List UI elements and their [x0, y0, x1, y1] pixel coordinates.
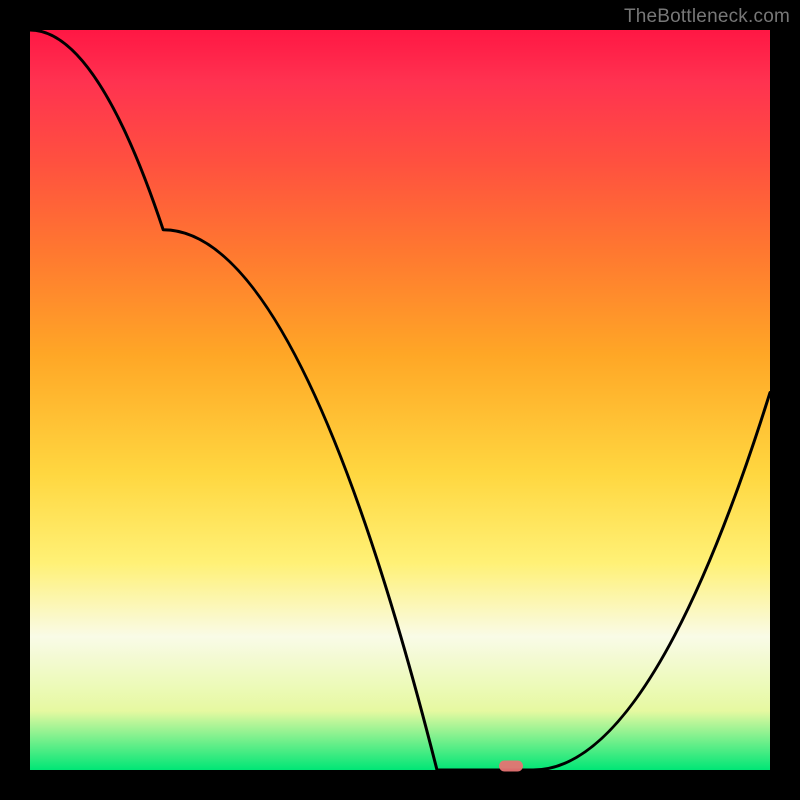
bottleneck-curve	[30, 30, 770, 770]
chart-container: TheBottleneck.com	[0, 0, 800, 800]
attribution-label: TheBottleneck.com	[624, 6, 790, 28]
plot-area	[30, 30, 770, 770]
optimal-point-marker	[499, 761, 523, 772]
